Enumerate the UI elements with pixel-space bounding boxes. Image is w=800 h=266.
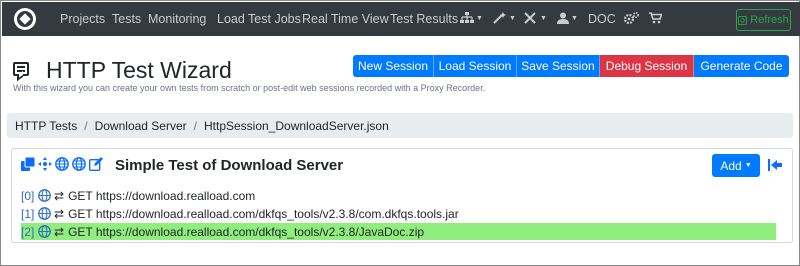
window-frame: Projects Tests Monitoring Load Test Jobs… bbox=[0, 0, 800, 266]
save-session-button[interactable]: Save Session bbox=[517, 55, 600, 77]
caret-down-icon: ▼ bbox=[744, 162, 752, 169]
request-text: GET https://download.realload.com bbox=[68, 188, 256, 203]
refresh-label: Refresh bbox=[750, 14, 789, 26]
app-logo[interactable] bbox=[14, 8, 36, 30]
breadcrumb-separator: / bbox=[84, 118, 88, 133]
breadcrumb-http-tests[interactable]: HTTP Tests bbox=[15, 119, 77, 133]
session-card: Simple Test of Download Server Add ▼ [0]… bbox=[11, 148, 793, 243]
tools-icon[interactable]: ▼ bbox=[524, 12, 547, 24]
edit-icon[interactable] bbox=[89, 157, 103, 171]
globe-icon bbox=[38, 189, 51, 202]
load-session-button[interactable]: Load Session bbox=[434, 55, 517, 77]
refresh-icon bbox=[738, 15, 748, 25]
page-title: HTTP Test Wizard bbox=[46, 57, 232, 83]
swap-arrows-icon: ⇄ bbox=[54, 188, 65, 203]
request-index: [0] bbox=[21, 188, 35, 203]
swap-arrows-icon: ⇄ bbox=[54, 206, 65, 221]
globe-icon bbox=[38, 225, 51, 238]
user-icon[interactable]: ▼ bbox=[557, 12, 578, 24]
add-dropdown-button[interactable]: Add ▼ bbox=[712, 154, 760, 177]
nav-load-test-jobs[interactable]: Load Test Jobs bbox=[217, 12, 301, 26]
add-label: Add bbox=[720, 158, 742, 173]
nav-test-results[interactable]: Test Results bbox=[390, 12, 458, 26]
request-index: [1] bbox=[21, 206, 35, 221]
session-toolbar: New Session Load Session Save Session De… bbox=[353, 55, 789, 77]
shopping-cart-icon[interactable] bbox=[649, 12, 662, 24]
nav-real-time-view[interactable]: Real Time View bbox=[302, 12, 389, 26]
nav-tests[interactable]: Tests bbox=[112, 12, 141, 26]
copy-icon[interactable] bbox=[21, 157, 35, 171]
nav-monitoring[interactable]: Monitoring bbox=[148, 12, 206, 26]
breadcrumb-download-server[interactable]: Download Server bbox=[95, 119, 187, 133]
swap-arrows-icon: ⇄ bbox=[54, 224, 65, 239]
debug-session-button[interactable]: Debug Session bbox=[600, 55, 694, 77]
request-text: GET https://download.realload.com/dkfqs_… bbox=[68, 224, 425, 239]
request-row-selected[interactable]: [2] ⇄ GET https://download.realload.com/… bbox=[21, 223, 776, 240]
breadcrumb-session-file: HttpSession_DownloadServer.json bbox=[203, 118, 389, 133]
request-row[interactable]: [1] ⇄ GET https://download.realload.com/… bbox=[21, 205, 459, 222]
globe-icon bbox=[38, 207, 51, 220]
new-session-button[interactable]: New Session bbox=[353, 55, 434, 77]
sitemap-icon[interactable]: ▼ bbox=[460, 12, 483, 24]
magic-wand-icon[interactable]: ▼ bbox=[493, 12, 516, 24]
globe-icon[interactable] bbox=[72, 157, 86, 171]
breadcrumb-separator: / bbox=[193, 118, 197, 133]
top-navbar: Projects Tests Monitoring Load Test Jobs… bbox=[2, 2, 800, 36]
test-title: Simple Test of Download Server bbox=[115, 157, 344, 174]
page-subtitle: With this wizard you can create your own… bbox=[13, 83, 486, 93]
nav-projects[interactable]: Projects bbox=[60, 12, 105, 26]
breadcrumb: HTTP Tests / Download Server / HttpSessi… bbox=[7, 113, 793, 138]
card-action-icons bbox=[21, 157, 103, 171]
comment-icon bbox=[13, 62, 29, 76]
request-text: GET https://download.realload.com/dkfqs_… bbox=[68, 206, 459, 221]
settings-cogs-icon[interactable] bbox=[624, 12, 639, 25]
request-index: [2] bbox=[21, 224, 35, 239]
request-row[interactable]: [0] ⇄ GET https://download.realload.com bbox=[21, 187, 255, 204]
expand-arrows-icon[interactable] bbox=[38, 157, 52, 171]
refresh-button[interactable]: Refresh bbox=[736, 9, 791, 31]
nav-doc[interactable]: DOC bbox=[588, 12, 616, 26]
collapse-panel-icon[interactable] bbox=[768, 158, 782, 172]
globe-icon[interactable] bbox=[55, 157, 69, 171]
generate-code-button[interactable]: Generate Code bbox=[694, 55, 789, 77]
